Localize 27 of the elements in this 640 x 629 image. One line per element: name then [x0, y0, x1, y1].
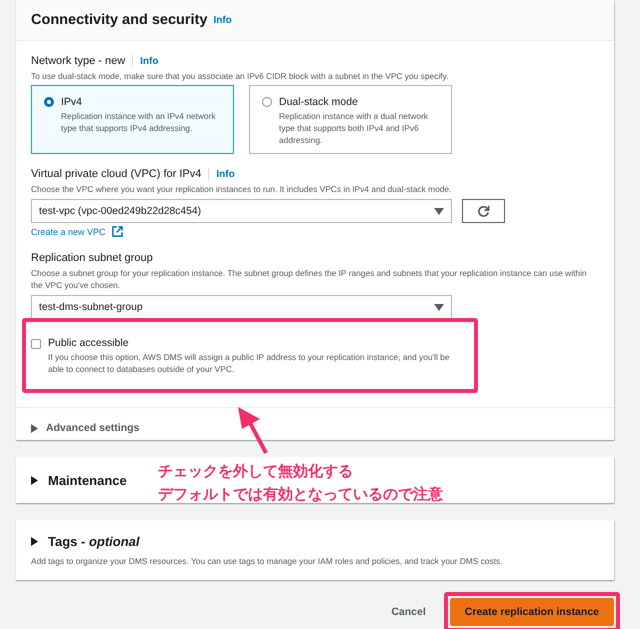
radio-tile[interactable]: Dual-stack mode Replication instance with a dual network type that supports both IPv4 and IPv6 addressing. [249, 85, 452, 154]
field-description: Choose the VPC where you want your replication instances to run. It includes VPCs in IPv4 and dual-stack mode. [31, 183, 452, 195]
vpc-select[interactable]: test-vpc (vpc-00ed249b22d28c454) [31, 199, 452, 223]
section-title: Connectivity and security [31, 12, 208, 28]
checkbox-label: Public accessible [48, 337, 130, 350]
option-label: Dual-stack mode [279, 96, 359, 109]
field-label: Virtual private cloud (VPC) for IPv4 [31, 168, 202, 180]
option-label: IPv4 [61, 96, 84, 109]
checkbox-description: If you choose this option, AWS DMS will assign a public IP address to your replication instance, and you'll be able to connect to databases outside of your VPC. [48, 351, 450, 375]
tags-toggle[interactable]: Tags - optional [31, 534, 599, 549]
annotation-text: デフォルトでは有効となっているので注意 [158, 485, 443, 504]
field-label: Network type - new [31, 55, 126, 67]
subnet-group-select[interactable]: test-dms-subnet-group [31, 295, 452, 319]
field-description: To use dual-stack mode, make sure that you associate an IPv6 CIDR block with a subnet in the VPC you specify. [31, 70, 450, 82]
annotation-text: チェックを外して無効化する [158, 462, 354, 481]
option-description: Replication instance with a dual network type that supports both IPv4 and IPv6 addressing. [279, 110, 429, 146]
field-label: Replication subnet group [31, 252, 153, 264]
tags-description: Add tags to organize your DMS resources. You can use tags to manage your IAM roles and policies, and track your DMS costs. [31, 555, 504, 567]
option-description: Replication instance with an IPv4 network type that supports IPv4 addressing. [61, 110, 217, 134]
info-link[interactable]: Info [140, 56, 158, 66]
create-vpc-link[interactable]: Create a new VPC [31, 226, 106, 236]
info-link[interactable]: Info [213, 14, 232, 26]
cancel-button[interactable]: Cancel [385, 605, 432, 619]
field-description: Choose a subnet group for your replication instance. The subnet group defines the IP ranges and subnets that your replication instance can use within the VPC you've chosen. [31, 267, 588, 291]
create-button[interactable]: Create replication instance [450, 598, 614, 626]
radio-tile[interactable]: IPv4 Replication instance with an IPv4 network type that supports IPv4 addressing. [31, 85, 234, 154]
info-link[interactable]: Info [216, 168, 235, 180]
